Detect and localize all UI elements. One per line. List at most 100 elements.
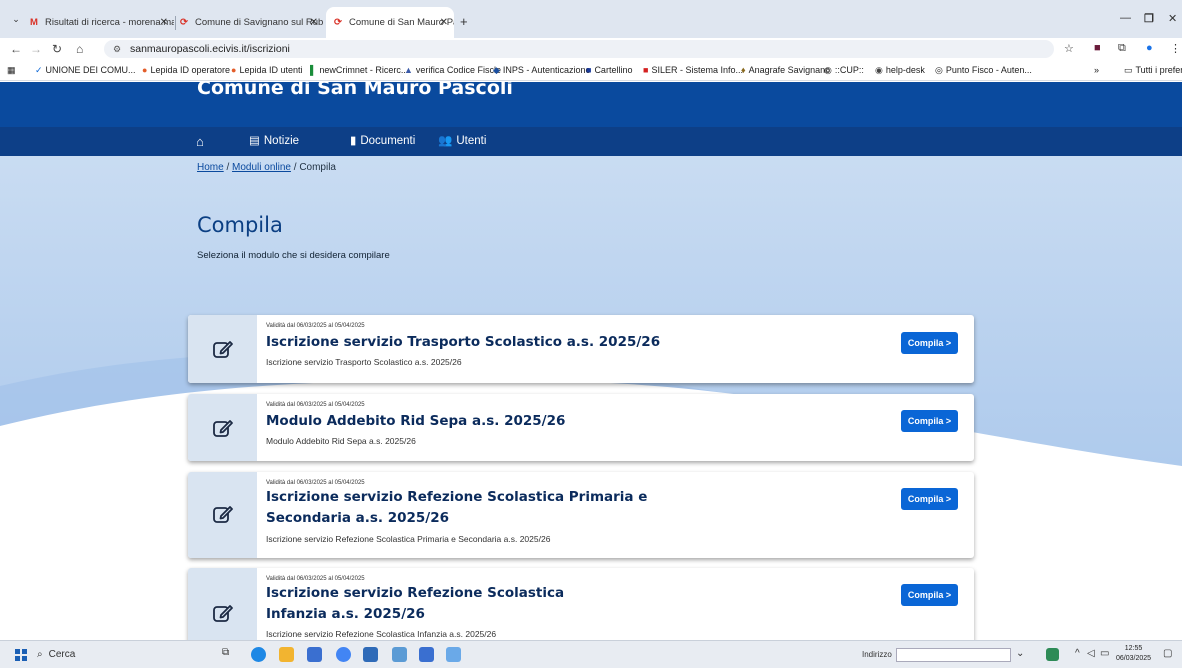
bookmark-inps[interactable]: ◆ INPS - Autenticazione (493, 60, 590, 80)
apps-icon[interactable]: ▦ (7, 60, 16, 80)
nav-utenti[interactable]: 👥 Utenti (438, 127, 486, 156)
bookmark-star-icon[interactable]: ☆ (1064, 42, 1074, 55)
url-field[interactable]: ⚙ sanmauropascoli.ecivis.it/iscrizioni (104, 40, 1054, 58)
taskbar-search[interactable]: ⌕ Cerca (37, 645, 75, 665)
minimize-icon[interactable]: — (1120, 12, 1131, 24)
page-title: Compila (197, 213, 283, 237)
notification-icon[interactable]: ▢ (1163, 648, 1172, 659)
app-icon[interactable] (419, 647, 434, 662)
address-bar: ← → ↻ ⌂ ⚙ sanmauropascoli.ecivis.it/iscr… (0, 38, 1182, 60)
breadcrumb-modules-link[interactable]: Moduli online (232, 162, 291, 173)
bookmark-crimnet[interactable]: ▌ newCrimnet - Ricerc... (310, 60, 408, 80)
extensions-puzzle-icon[interactable]: ⧉ (1118, 42, 1126, 55)
home-browser-icon[interactable]: ⌂ (76, 42, 83, 56)
volume-icon[interactable]: ◁ (1087, 648, 1095, 659)
card-icon-panel (188, 394, 257, 461)
reload-icon[interactable]: ↻ (52, 42, 62, 56)
new-tab-button[interactable]: + (460, 14, 468, 29)
close-window-icon[interactable]: ✕ (1168, 12, 1177, 25)
bookmark-icon: ■ (586, 65, 592, 75)
app-icon[interactable] (307, 647, 322, 662)
tab-gmail[interactable]: M Risultati di ricerca - morena.ma ✕ (28, 7, 174, 38)
bookmark-icon: ♦ (741, 65, 746, 75)
bookmark-help-desk[interactable]: ◉ help-desk (875, 60, 925, 80)
extension-icon[interactable]: ■ (1094, 42, 1101, 54)
compila-button[interactable]: Compila > (901, 488, 958, 510)
bookmark-icon: ◉ (875, 65, 883, 75)
app-icon[interactable] (392, 647, 407, 662)
document-icon: ▮ (350, 135, 357, 147)
bookmark-icon: ✓ (35, 65, 43, 75)
breadcrumb-separator: / (226, 162, 230, 173)
form-title: Iscrizione servizio Trasporto Scolastico… (266, 334, 661, 350)
tab-san-mauro[interactable]: ⟳ Comune di San Mauro Pascoli ✕ (326, 7, 454, 38)
menu-icon[interactable]: ⋮ (1170, 42, 1181, 55)
tab-label: Comune di San Mauro Pascoli (349, 17, 454, 28)
bookmark-lepida-utenti[interactable]: ● Lepida ID utenti (231, 60, 302, 80)
bookmarks-overflow-button[interactable]: » (1094, 60, 1099, 80)
profile-icon[interactable]: ● (1146, 42, 1153, 54)
all-bookmarks-folder[interactable]: ▭Tutti i preferiti (1124, 60, 1182, 80)
globe-icon: ◎ (935, 65, 943, 75)
tab-divider (175, 16, 176, 30)
search-icon: ⌕ (37, 649, 43, 660)
form-description: Iscrizione servizio Trasporto Scolastico… (266, 357, 462, 367)
main-navigation: ⌂ ▤ Notizie ▮ Documenti 👥 Utenti (0, 127, 1182, 156)
validity-text: Validità dal 06/03/2025 al 05/04/2025 (266, 323, 365, 329)
bookmark-lepida-operatore[interactable]: ● Lepida ID operatore (142, 60, 230, 80)
page-viewport: Comune di San Mauro Pascoli ⌂ ▤ Notizie ▮… (0, 82, 1182, 640)
compila-button[interactable]: Compila > (901, 584, 958, 606)
address-toolbar-field[interactable] (896, 648, 1011, 662)
bookmark-anagrafe[interactable]: ♦ Anagrafe Savignano (741, 60, 830, 80)
compila-button[interactable]: Compila > (901, 410, 958, 432)
bookmark-siler[interactable]: ■ SILER - Sistema Info... (643, 60, 743, 80)
bookmark-unione[interactable]: ✓ UNIONE DEI COMU... (35, 60, 136, 80)
bookmarks-bar: ▦ ✓ UNIONE DEI COMU... ● Lepida ID operato… (0, 60, 1182, 81)
close-icon[interactable]: ✕ (310, 7, 318, 38)
network-icon[interactable]: ▭ (1100, 648, 1109, 659)
page-subtitle: Seleziona il modulo che si desidera comp… (197, 250, 390, 261)
site-info-icon[interactable]: ⚙ (113, 40, 121, 58)
tray-app-icon[interactable] (1046, 648, 1059, 661)
system-clock[interactable]: 12:55 06/03/2025 (1116, 644, 1151, 664)
bookmark-icon: ● (142, 65, 148, 75)
form-title: Iscrizione servizio Refezione Scolastica… (266, 489, 648, 526)
dropdown-icon[interactable]: ⌄ (1016, 648, 1024, 659)
back-icon[interactable]: ← (10, 42, 22, 56)
breadcrumb: Home / Moduli online / Compila (197, 162, 336, 173)
forward-icon[interactable]: → (30, 42, 42, 56)
newspaper-icon: ▤ (249, 135, 260, 147)
file-explorer-icon[interactable] (279, 647, 294, 662)
task-view-icon[interactable]: ⧉ (222, 647, 229, 658)
bookmark-codice-fiscale[interactable]: ▲ verifica Codice Fiscle (404, 60, 501, 80)
nav-documenti[interactable]: ▮ Documenti (350, 127, 415, 156)
users-icon: 👥 (438, 135, 453, 147)
windows-taskbar: ⌕ Cerca ⧉ Indirizzo ⌄ ^ ◁ ▭ 12:55 06/03/2… (0, 640, 1182, 668)
edge-icon[interactable] (251, 647, 266, 662)
site-header: Comune di San Mauro Pascoli (0, 82, 1182, 127)
bookmark-punto-fisco[interactable]: ◎ Punto Fisco - Auten... (935, 60, 1032, 80)
close-icon[interactable]: ✕ (160, 7, 168, 38)
validity-text: Validità dal 06/03/2025 al 05/04/2025 (266, 402, 365, 408)
bookmark-cartellino[interactable]: ■ Cartellino (586, 60, 632, 80)
breadcrumb-home-link[interactable]: Home (197, 162, 224, 173)
site-title[interactable]: Comune di San Mauro Pascoli (197, 82, 513, 99)
chrome-icon[interactable] (336, 647, 351, 662)
breadcrumb-current: Compila (299, 162, 336, 173)
address-toolbar-label: Indirizzo (862, 650, 892, 659)
app-icon[interactable] (446, 647, 461, 662)
tab-savignano[interactable]: ⟳ Comune di Savignano sul Rubic ✕ (178, 7, 324, 38)
restore-icon[interactable]: ❐ (1144, 12, 1154, 25)
close-icon[interactable]: ✕ (440, 7, 448, 38)
bookmark-cup[interactable]: ◎::CUP:: (824, 60, 864, 80)
windows-start-icon[interactable] (15, 649, 27, 661)
nav-notizie[interactable]: ▤ Notizie (249, 127, 299, 156)
form-title: Modulo Addebito Rid Sepa a.s. 2025/26 (266, 413, 566, 429)
app-icon[interactable] (363, 647, 378, 662)
nav-home[interactable]: ⌂ (196, 127, 204, 156)
chevron-up-icon[interactable]: ^ (1075, 648, 1080, 659)
site-icon: ⟳ (334, 17, 342, 28)
edit-icon (213, 506, 233, 523)
compila-button[interactable]: Compila > (901, 332, 958, 354)
tab-search-icon[interactable]: ⌄ (8, 11, 24, 27)
